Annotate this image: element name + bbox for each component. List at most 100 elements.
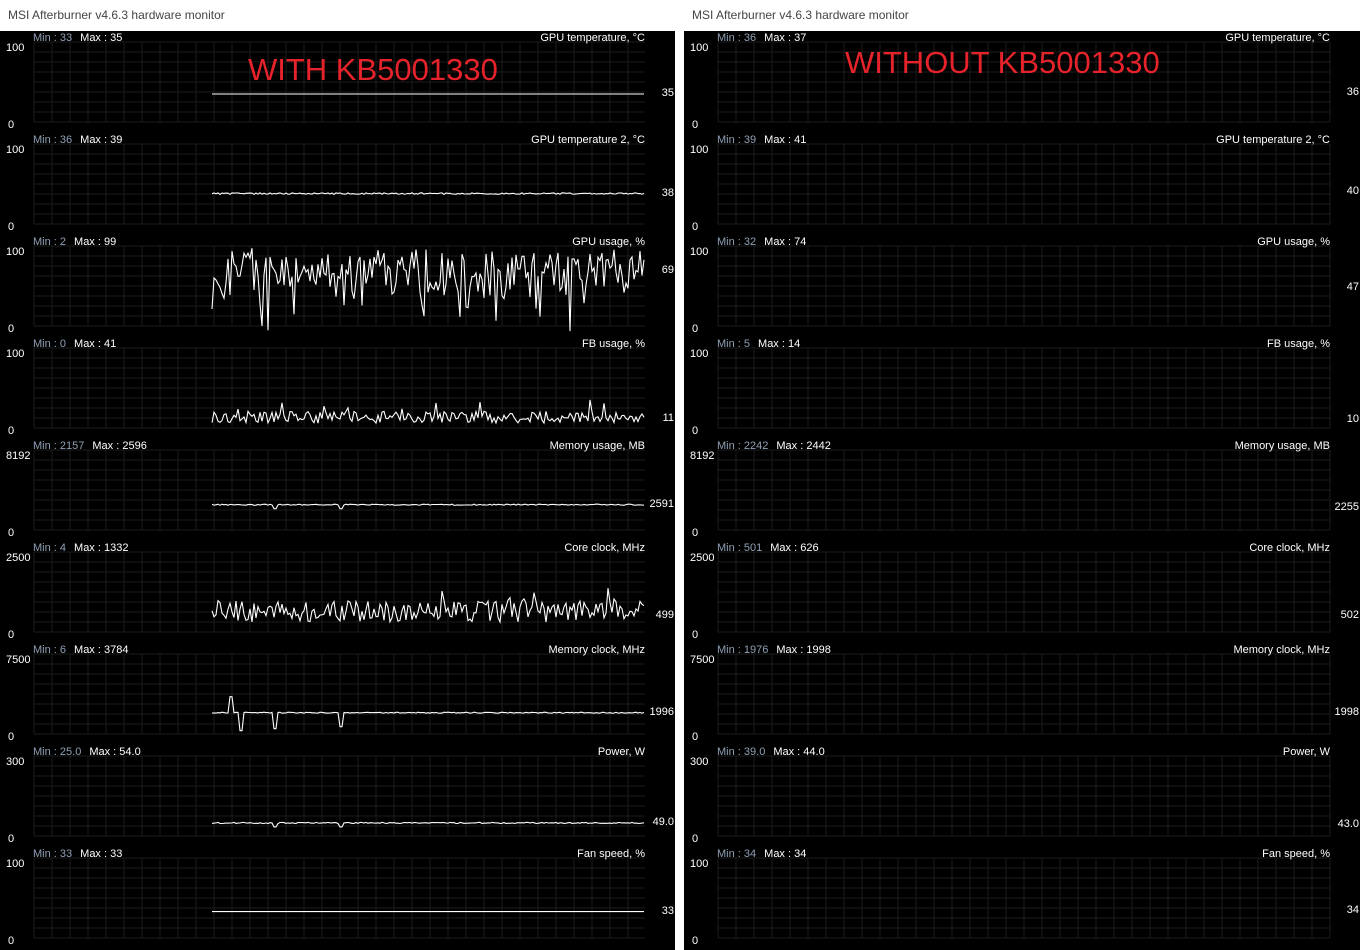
max-value: 37: [794, 32, 807, 44]
graph-plot: [33, 551, 645, 633]
min-value: 0: [59, 338, 67, 350]
graph-6: Min : 6 Max : 3784 Memory clock, MHz 7500 0 1…: [0, 643, 675, 745]
graph-5: Min : 4 Max : 1332 Core clock, MHz 2500 0 499: [0, 541, 675, 643]
graph-2: Min : 32 Max : 74 GPU usage, % 100 0 47: [684, 235, 1360, 337]
current-value: 36: [1346, 86, 1359, 99]
graph-title: Power, W: [597, 746, 645, 758]
graph-5: Min : 501 Max : 626 Core clock, MHz 2500 0 50…: [684, 541, 1360, 643]
min-value: 25.0: [59, 746, 82, 758]
max-value: 44.0: [803, 746, 825, 758]
min-value: 5: [743, 338, 751, 350]
graph-plot: [717, 653, 1331, 735]
min-value: 36: [743, 32, 757, 44]
graph-plot: [717, 245, 1331, 327]
y-axis-max: 2500: [6, 552, 31, 564]
max-value: 626: [800, 542, 819, 554]
graph-title: Fan speed, %: [577, 848, 645, 860]
graph-3: Min : 0 Max : 41 FB usage, % 100 0 11: [0, 337, 675, 439]
min-max-readout: Min : 5 Max : 14: [717, 338, 800, 350]
y-axis-max: 100: [6, 858, 25, 870]
graph-panel[interactable]: Min : 33 Max : 35 GPU temperature, °C 100 0 3…: [0, 31, 675, 950]
y-axis-max: 300: [690, 756, 709, 768]
grid: [33, 245, 645, 327]
graph-1: Min : 36 Max : 39 GPU temperature 2, °C 100…: [0, 133, 675, 235]
current-value: 33: [661, 904, 674, 917]
y-axis-max: 8192: [690, 450, 715, 462]
min-label: Min :: [717, 338, 744, 350]
graph-6: Min : 1976 Max : 1998 Memory clock, MHz 750…: [684, 643, 1360, 745]
current-value: 1998: [1334, 705, 1359, 718]
window-title-bar[interactable]: MSI Afterburner v4.6.3 hardware monitor: [0, 0, 675, 31]
y-axis-max: 100: [6, 348, 25, 360]
min-label: Min :: [33, 134, 60, 146]
min-value: 501: [743, 542, 763, 554]
max-label: Max :: [80, 848, 111, 860]
min-label: Min :: [33, 644, 60, 656]
max-label: Max :: [80, 32, 111, 44]
window-title: MSI Afterburner v4.6.3 hardware monitor: [692, 8, 909, 22]
graph-1: Min : 39 Max : 41 GPU temperature 2, °C 100…: [684, 133, 1360, 235]
max-label: Max :: [764, 32, 795, 44]
max-value: 1998: [806, 644, 831, 656]
annotation-label: WITHOUT KB5001330: [845, 45, 1160, 80]
max-label: Max :: [89, 746, 120, 758]
max-value: 34: [794, 848, 807, 860]
y-axis-max: 8192: [6, 450, 31, 462]
y-axis-max: 100: [690, 858, 709, 870]
y-axis-min: 0: [8, 221, 15, 233]
y-axis-min: 0: [8, 629, 15, 641]
min-value: 2157: [59, 440, 85, 452]
current-value: 2255: [1334, 500, 1359, 513]
max-value: 41: [103, 338, 117, 350]
monitor-window-with-update: MSI Afterburner v4.6.3 hardware monitor …: [0, 0, 675, 950]
graph-title: Memory clock, MHz: [1233, 644, 1330, 656]
y-axis-min: 0: [692, 731, 699, 743]
min-label: Min :: [717, 32, 744, 44]
graph-title: Memory usage, MB: [549, 440, 645, 452]
y-axis-min: 0: [692, 323, 699, 335]
graph-title: GPU temperature, °C: [1225, 32, 1330, 44]
min-max-readout: Min : 33 Max : 35: [33, 32, 122, 44]
y-axis-max: 7500: [6, 654, 31, 666]
min-value: 34: [743, 848, 757, 860]
grid: [717, 449, 1331, 531]
graph-plot: [717, 755, 1331, 837]
grid: [717, 347, 1331, 429]
y-axis-max: 100: [6, 42, 25, 54]
window-title-bar[interactable]: MSI Afterburner v4.6.3 hardware monitor: [684, 0, 1360, 31]
monitor-window-without-update: MSI Afterburner v4.6.3 hardware monitor …: [684, 0, 1360, 950]
min-label: Min :: [717, 134, 744, 146]
max-value: 41: [794, 134, 807, 146]
min-max-readout: Min : 2242 Max : 2442: [717, 440, 831, 452]
min-value: 6: [59, 644, 67, 656]
graph-title: GPU temperature 2, °C: [531, 134, 645, 146]
min-max-readout: Min : 39 Max : 41: [717, 134, 806, 146]
min-max-readout: Min : 39.0 Max : 44.0: [717, 746, 825, 758]
grid: [717, 755, 1331, 837]
current-value: 2591: [649, 497, 674, 510]
graph-7: Min : 39.0 Max : 44.0 Power, W 300 0 43.0: [684, 745, 1360, 847]
max-label: Max :: [764, 236, 795, 248]
min-value: 1976: [743, 644, 769, 656]
grid: [717, 245, 1331, 327]
graph-title: GPU temperature 2, °C: [1216, 134, 1330, 146]
y-axis-min: 0: [692, 119, 699, 131]
max-label: Max :: [74, 338, 104, 350]
max-value: 1332: [103, 542, 129, 554]
min-max-readout: Min : 501 Max : 626: [717, 542, 819, 554]
y-axis-min: 0: [692, 935, 699, 947]
current-value: 499: [655, 609, 674, 622]
current-value: 502: [1340, 608, 1359, 621]
trace-line: [211, 399, 645, 425]
graph-plot: [33, 245, 645, 332]
max-value: 99: [103, 236, 117, 248]
current-value: 40: [1346, 185, 1359, 197]
y-axis-min: 0: [692, 833, 699, 845]
max-label: Max :: [764, 134, 795, 146]
min-label: Min :: [33, 848, 60, 860]
annotation-label: WITH KB5001330: [248, 52, 498, 87]
min-value: 39.0: [743, 746, 766, 758]
graph-panel[interactable]: Min : 36 Max : 37 GPU temperature, °C 100 0 3…: [684, 31, 1360, 950]
min-label: Min :: [717, 644, 744, 656]
max-label: Max :: [74, 542, 104, 554]
